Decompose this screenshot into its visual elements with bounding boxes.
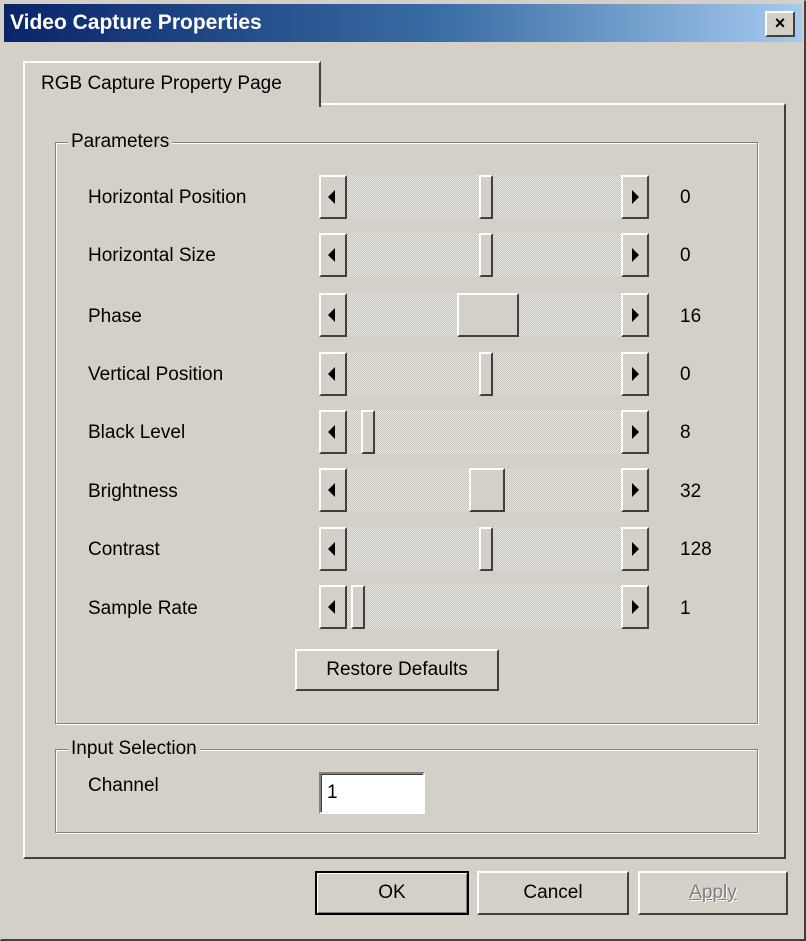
sample-rate-label: Sample Rate — [88, 598, 198, 619]
scroll-left-arrow-icon[interactable] — [319, 410, 347, 454]
slider-thumb[interactable] — [457, 293, 519, 337]
phase-slider[interactable] — [319, 293, 649, 337]
black-level-slider[interactable] — [319, 410, 649, 454]
slider-thumb[interactable] — [479, 175, 493, 219]
sample-rate-value: 1 — [680, 598, 691, 619]
scroll-right-arrow-icon[interactable] — [621, 410, 649, 454]
title-bar[interactable]: Video Capture Properties × — [4, 4, 802, 42]
contrast-label: Contrast — [88, 539, 160, 560]
horizontal-position-slider[interactable] — [319, 175, 649, 219]
horizontal-size-value: 0 — [680, 245, 691, 266]
scroll-right-arrow-icon[interactable] — [621, 233, 649, 277]
scroll-right-arrow-icon[interactable] — [621, 468, 649, 512]
slider-thumb[interactable] — [479, 527, 493, 571]
input-selection-legend: Input Selection — [68, 738, 200, 760]
sample-rate-slider[interactable] — [319, 585, 649, 629]
tab-rgb-capture-property-page[interactable]: RGB Capture Property Page — [23, 61, 321, 107]
slider-thumb[interactable] — [479, 233, 493, 277]
cancel-button[interactable]: Cancel — [477, 871, 629, 915]
channel-label: Channel — [88, 775, 159, 796]
ok-button[interactable]: OK — [315, 871, 469, 915]
scroll-left-arrow-icon[interactable] — [319, 468, 347, 512]
scroll-right-arrow-icon[interactable] — [621, 585, 649, 629]
close-icon: × — [774, 13, 786, 33]
phase-label: Phase — [88, 306, 142, 327]
scroll-left-arrow-icon[interactable] — [319, 527, 347, 571]
window-title: Video Capture Properties — [10, 11, 262, 34]
contrast-slider[interactable] — [319, 527, 649, 571]
scroll-right-arrow-icon[interactable] — [621, 175, 649, 219]
scroll-left-arrow-icon[interactable] — [319, 175, 347, 219]
slider-thumb[interactable] — [361, 410, 375, 454]
slider-thumb[interactable] — [351, 585, 365, 629]
slider-track[interactable] — [347, 585, 621, 629]
slider-thumb[interactable] — [479, 352, 493, 396]
vertical-position-value: 0 — [680, 364, 691, 385]
vertical-position-slider[interactable] — [319, 352, 649, 396]
contrast-value: 128 — [680, 539, 712, 560]
scroll-left-arrow-icon[interactable] — [319, 293, 347, 337]
vertical-position-label: Vertical Position — [88, 364, 224, 385]
scroll-right-arrow-icon[interactable] — [621, 293, 649, 337]
slider-track[interactable] — [347, 410, 621, 454]
horizontal-size-slider[interactable] — [319, 233, 649, 277]
slider-thumb[interactable] — [469, 468, 505, 512]
dialog-window: Video Capture Properties × RGB Capture P… — [0, 0, 806, 941]
brightness-slider[interactable] — [319, 468, 649, 512]
black-level-value: 8 — [680, 422, 691, 443]
black-level-label: Black Level — [88, 422, 186, 443]
horizontal-position-label: Horizontal Position — [88, 187, 247, 208]
brightness-label: Brightness — [88, 481, 178, 502]
scroll-left-arrow-icon[interactable] — [319, 233, 347, 277]
parameters-legend: Parameters — [68, 131, 173, 153]
phase-value: 16 — [680, 306, 702, 327]
restore-defaults-button[interactable]: Restore Defaults — [295, 649, 499, 691]
close-button[interactable]: × — [765, 11, 795, 37]
scroll-right-arrow-icon[interactable] — [621, 352, 649, 396]
scroll-right-arrow-icon[interactable] — [621, 527, 649, 571]
channel-input[interactable]: 1 — [319, 772, 425, 814]
scroll-left-arrow-icon[interactable] — [319, 585, 347, 629]
scroll-left-arrow-icon[interactable] — [319, 352, 347, 396]
horizontal-position-value: 0 — [680, 187, 691, 208]
horizontal-size-label: Horizontal Size — [88, 245, 216, 266]
apply-button[interactable]: Apply — [638, 871, 788, 915]
tab-label: RGB Capture Property Page — [41, 73, 282, 94]
brightness-value: 32 — [680, 481, 702, 502]
